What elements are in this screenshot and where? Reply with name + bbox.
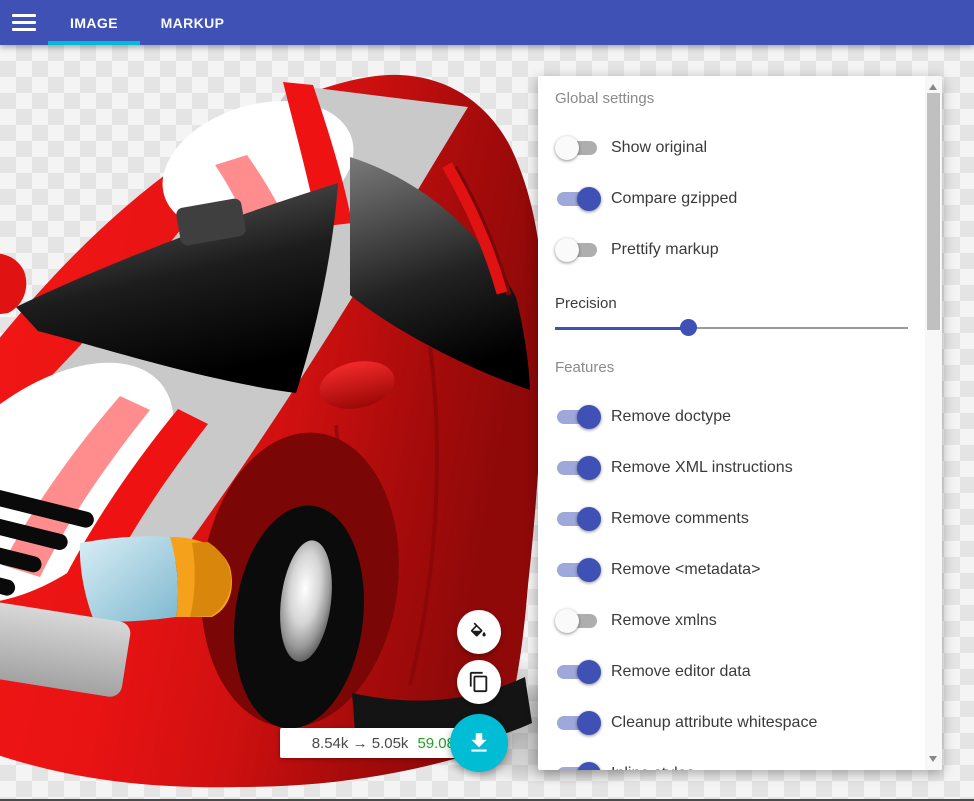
toggle-row-remove-metadata[interactable]: Remove <metadata> <box>538 544 925 595</box>
menu-icon[interactable] <box>0 0 48 45</box>
toggle-switch[interactable] <box>555 237 601 263</box>
toggle-row-inline-styles[interactable]: Inline styles <box>538 748 925 770</box>
precision-slider[interactable] <box>555 319 908 337</box>
toggle-row-remove-doctype[interactable]: Remove doctype <box>538 391 925 442</box>
slider-thumb[interactable] <box>680 319 697 336</box>
tab-markup[interactable]: MARKUP <box>140 0 245 45</box>
toggle-switch[interactable] <box>555 557 601 583</box>
toggle-switch[interactable] <box>555 608 601 634</box>
settings-panel: Global settings Show original Compare gz… <box>538 76 942 770</box>
toggle-switch[interactable] <box>555 404 601 430</box>
toggle-switch[interactable] <box>555 455 601 481</box>
toggle-label: Remove xmlns <box>611 612 717 630</box>
toggle-switch[interactable] <box>555 135 601 161</box>
background-color-button[interactable] <box>457 610 501 654</box>
scroll-down-icon[interactable] <box>929 756 937 762</box>
toggle-label: Remove <metadata> <box>611 561 760 579</box>
app-toolbar: IMAGE MARKUP <box>0 0 974 45</box>
toggle-row-cleanup-attribute-whitespace[interactable]: Cleanup attribute whitespace <box>538 697 925 748</box>
toggle-switch[interactable] <box>555 186 601 212</box>
toggle-label: Cleanup attribute whitespace <box>611 714 817 732</box>
copy-icon <box>468 671 490 693</box>
panel-scrollbar <box>925 76 942 770</box>
precision-label: Precision <box>555 295 908 315</box>
toggle-row-remove-xml-instructions[interactable]: Remove XML instructions <box>538 442 925 493</box>
original-size: 8.54k → 5.05k <box>312 735 409 752</box>
section-title-global-settings: Global settings <box>555 90 925 110</box>
toggle-switch[interactable] <box>555 506 601 532</box>
toggle-row-remove-comments[interactable]: Remove comments <box>538 493 925 544</box>
copy-button[interactable] <box>457 660 501 704</box>
toggle-label: Prettify markup <box>611 241 719 259</box>
download-icon <box>466 730 492 756</box>
toggle-switch[interactable] <box>555 761 601 771</box>
toggle-label: Remove doctype <box>611 408 731 426</box>
toggle-label: Compare gzipped <box>611 190 737 208</box>
toggle-label: Remove comments <box>611 510 749 528</box>
scrollbar-thumb[interactable] <box>927 93 940 330</box>
toggle-label: Remove editor data <box>611 663 751 681</box>
toggle-switch[interactable] <box>555 710 601 736</box>
tab-image[interactable]: IMAGE <box>48 0 140 45</box>
toggle-switch[interactable] <box>555 659 601 685</box>
section-title-features: Features <box>555 359 925 379</box>
toggle-row-remove-xmlns[interactable]: Remove xmlns <box>538 595 925 646</box>
toggle-label: Remove XML instructions <box>611 459 793 477</box>
toggle-row-prettify-markup[interactable]: Prettify markup <box>538 224 925 275</box>
toggle-label: Show original <box>611 139 707 157</box>
toggle-label: Inline styles <box>611 765 695 771</box>
precision-control: Precision <box>555 295 908 337</box>
download-button[interactable] <box>450 714 508 772</box>
app-window: IMAGE MARKUP 8.54k → 5.05k 59.08% Global… <box>0 0 974 801</box>
scroll-up-icon[interactable] <box>929 84 937 90</box>
toggle-row-compare-gzipped[interactable]: Compare gzipped <box>538 173 925 224</box>
toggle-row-show-original[interactable]: Show original <box>538 122 925 173</box>
active-tab-indicator <box>48 41 140 45</box>
toggle-row-remove-editor-data[interactable]: Remove editor data <box>538 646 925 697</box>
paint-bucket-icon <box>467 620 491 644</box>
arrow-glyph: → <box>353 735 368 752</box>
